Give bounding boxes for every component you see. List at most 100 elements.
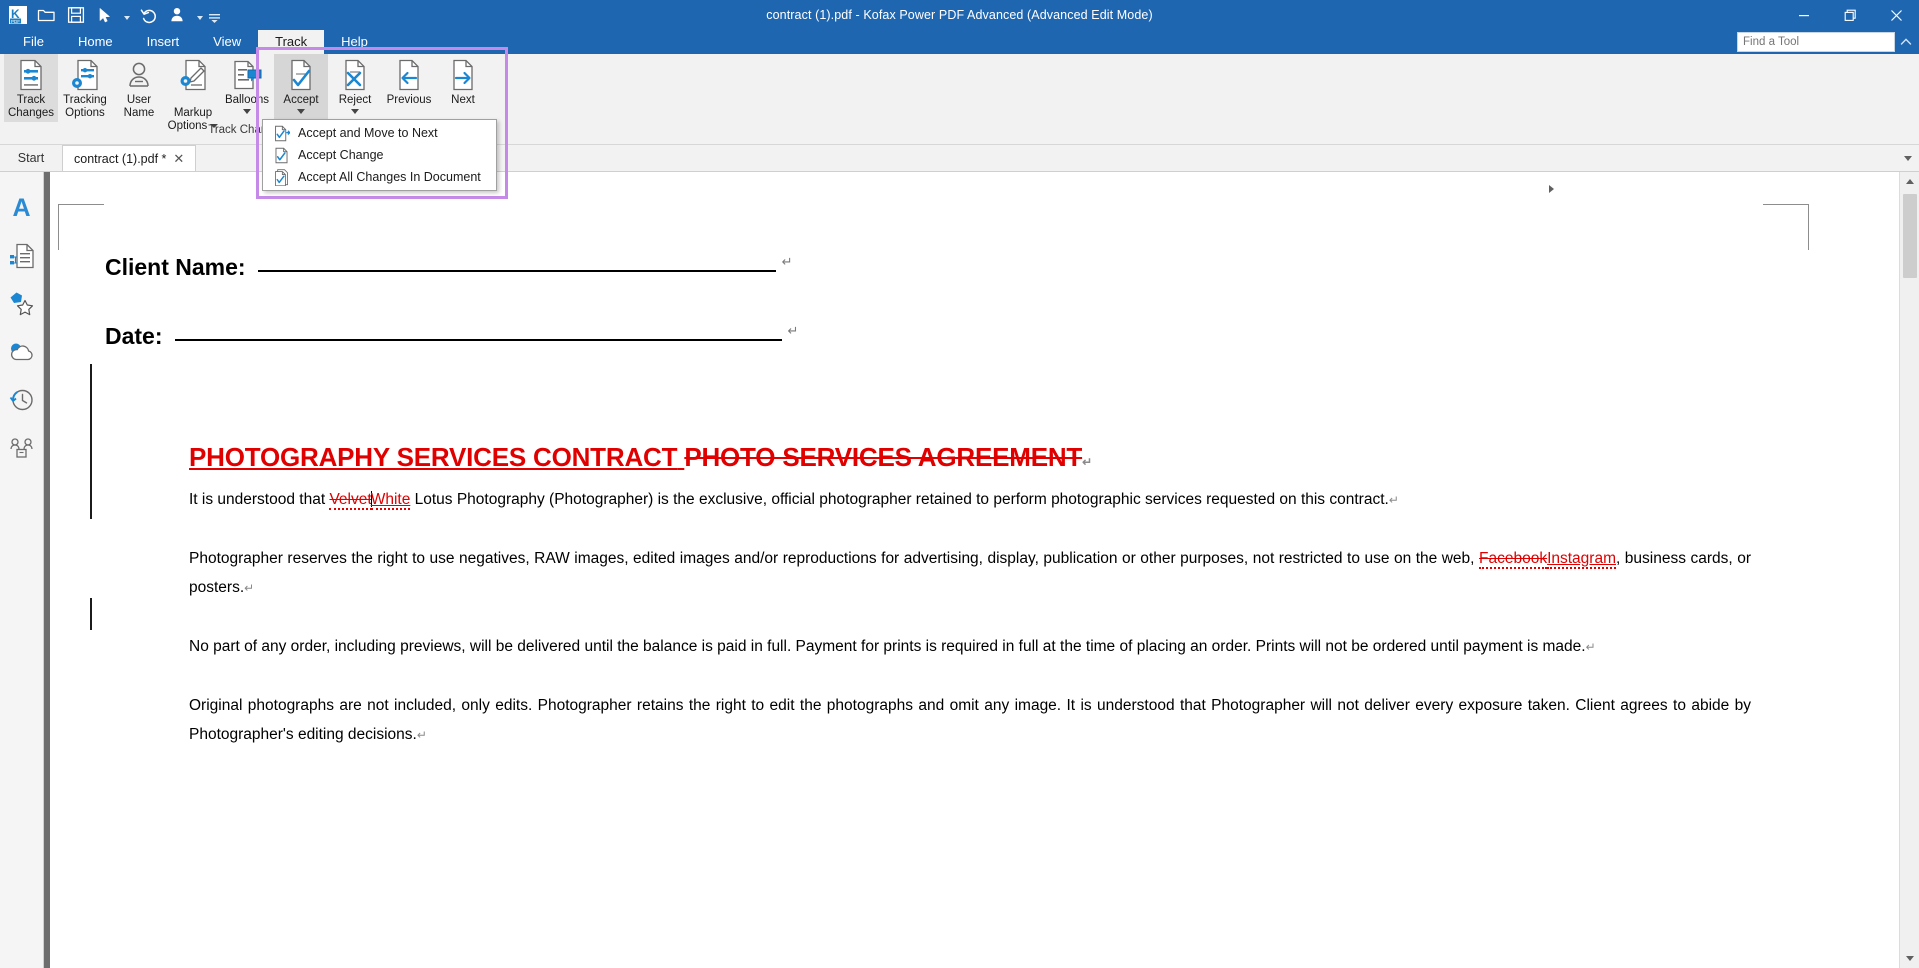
tracking-options-icon <box>70 58 100 92</box>
close-button[interactable] <box>1873 0 1919 30</box>
person-icon[interactable] <box>164 2 191 28</box>
collapse-ribbon-chevron-icon[interactable] <box>1899 34 1913 50</box>
next-change-icon <box>448 58 478 92</box>
minimize-button[interactable] <box>1781 0 1827 30</box>
paragraph-mark: ↵ <box>1082 455 1092 469</box>
balloons-dropdown-arrow[interactable] <box>243 109 251 114</box>
find-a-tool-box[interactable] <box>1737 32 1895 52</box>
contract-title-deleted: PHOTO SERVICES AGREEMENT <box>684 442 1082 472</box>
save-disk-icon[interactable] <box>62 2 89 28</box>
ribbon-tab-bar: File Home Insert View Track Help <box>0 30 1919 54</box>
client-name-rule[interactable] <box>258 270 776 272</box>
balloons-button[interactable]: Balloons <box>220 54 274 122</box>
paragraph-2: Photographer reserves the right to use n… <box>189 544 1751 603</box>
paragraph-mark: ↵ <box>417 728 427 742</box>
previous-label: Previous <box>387 94 432 107</box>
close-icon[interactable]: ✕ <box>173 152 184 165</box>
paragraph-mark: ↵ <box>1389 493 1399 507</box>
document-organizer-icon[interactable] <box>2 232 42 280</box>
previous-change-icon <box>394 58 424 92</box>
start-tab[interactable]: Start <box>0 145 62 171</box>
next-button[interactable]: Next <box>436 54 490 122</box>
user-profile-caret[interactable] <box>193 2 206 28</box>
client-name-field-row: Client Name: ↵ <box>105 254 1899 281</box>
pdf-page: Client Name: ↵ Date: ↵ PHOTOGRAPHY SERVI… <box>50 172 1899 968</box>
tab-file[interactable]: File <box>6 30 61 54</box>
track-changes-icon <box>16 58 46 92</box>
cursor-arrow-icon[interactable] <box>91 2 118 28</box>
vertical-scrollbar[interactable] <box>1899 172 1919 968</box>
document-view[interactable]: Client Name: ↵ Date: ↵ PHOTOGRAPHY SERVI… <box>50 172 1899 968</box>
tab-help[interactable]: Help <box>324 30 385 54</box>
markup-options-icon <box>178 58 208 92</box>
paragraph-1: It is understood that VelvetWhite Lotus … <box>189 485 1751 515</box>
expand-right-panel-arrow-icon[interactable] <box>1544 182 1558 196</box>
tab-scroll-down-icon[interactable] <box>1901 151 1915 165</box>
accept-dropdown-menu: Accept and Move to Next Accept Change <box>262 119 497 191</box>
quick-access-toolbar: K PDF <box>0 0 221 30</box>
accept-change-icon <box>286 58 316 92</box>
contract-title: PHOTOGRAPHY SERVICES CONTRACT PHOTO SERV… <box>189 442 1751 473</box>
track-changes-button[interactable]: Track Changes <box>4 54 58 122</box>
tab-insert[interactable]: Insert <box>130 30 197 54</box>
reject-dropdown-arrow[interactable] <box>351 109 359 114</box>
left-tool-panel: A <box>0 172 44 968</box>
user-name-button[interactable]: User Name <box>112 54 166 122</box>
menu-item-label: Accept Change <box>298 148 383 162</box>
scroll-up-arrow[interactable] <box>1900 172 1919 191</box>
client-name-label: Client Name: <box>105 254 246 281</box>
paragraph-3: No part of any order, including previews… <box>189 632 1751 662</box>
window-controls <box>1781 0 1919 30</box>
tab-track[interactable]: Track <box>258 30 324 54</box>
date-field-row: Date: ↵ <box>105 323 1899 350</box>
date-label: Date: <box>105 323 163 350</box>
accept-button[interactable]: Accept <box>274 54 328 122</box>
previous-button[interactable]: Previous <box>382 54 436 122</box>
accept-label: Accept <box>283 94 318 107</box>
text-tool-glyph: A <box>12 196 30 221</box>
paragraph-3-text: No part of any order, including previews… <box>189 638 1586 655</box>
document-tab-contract[interactable]: contract (1).pdf * ✕ <box>62 145 196 171</box>
folder-open-icon[interactable] <box>33 2 60 28</box>
accept-all-changes-icon <box>269 169 293 186</box>
markup-options-button[interactable]: Markup Options <box>166 54 220 133</box>
document-history-icon[interactable] <box>2 376 42 424</box>
menu-item-label: Accept and Move to Next <box>298 126 438 140</box>
search-input[interactable] <box>1738 33 1899 51</box>
kofax-pdf-logo[interactable]: K PDF <box>4 2 31 28</box>
accept-dropdown-arrow[interactable] <box>297 109 305 114</box>
menu-item-accept-and-move-to-next[interactable]: Accept and Move to Next <box>263 122 496 144</box>
menu-item-accept-all-changes-in-document[interactable]: Accept All Changes In Document <box>263 166 496 188</box>
tab-home[interactable]: Home <box>61 30 130 54</box>
collaborate-users-icon[interactable] <box>2 424 42 472</box>
contract-title-inserted: PHOTOGRAPHY SERVICES CONTRACT <box>189 442 677 472</box>
customize-quick-access-caret[interactable] <box>208 2 221 28</box>
vertical-scroll-thumb[interactable] <box>1903 194 1917 278</box>
balloons-icon <box>231 58 263 92</box>
track-changes-label: Track Changes <box>8 94 54 120</box>
accept-change-icon <box>269 147 293 164</box>
user-name-label: User Name <box>124 94 155 120</box>
reject-button[interactable]: Reject <box>328 54 382 122</box>
text-tool-icon[interactable]: A <box>2 184 42 232</box>
scroll-down-arrow[interactable] <box>1900 949 1919 968</box>
next-label: Next <box>451 94 475 107</box>
tab-view[interactable]: View <box>196 30 258 54</box>
paragraph-1-after: Lotus Photography (Photographer) is the … <box>410 491 1389 508</box>
document-body: Client Name: ↵ Date: ↵ PHOTOGRAPHY SERVI… <box>50 172 1899 968</box>
menu-item-accept-change[interactable]: Accept Change <box>263 144 496 166</box>
svg-text:PDF: PDF <box>11 19 20 24</box>
stamps-shapes-icon[interactable] <box>2 280 42 328</box>
undo-arrow-icon[interactable] <box>135 2 162 28</box>
maximize-restore-button[interactable] <box>1827 0 1873 30</box>
paragraph-2-deleted: Facebook <box>1479 550 1547 569</box>
select-tool-caret[interactable] <box>120 2 133 28</box>
paragraph-mark: ↵ <box>244 581 254 595</box>
cloud-connector-icon[interactable] <box>2 328 42 376</box>
paragraph-mark: ↵ <box>782 254 793 270</box>
accept-move-next-icon <box>269 125 293 142</box>
document-tab-label: contract (1).pdf * <box>74 152 166 166</box>
tracking-options-button[interactable]: Tracking Options <box>58 54 112 122</box>
date-rule[interactable] <box>175 339 782 341</box>
tracking-options-label: Tracking Options <box>63 94 107 120</box>
